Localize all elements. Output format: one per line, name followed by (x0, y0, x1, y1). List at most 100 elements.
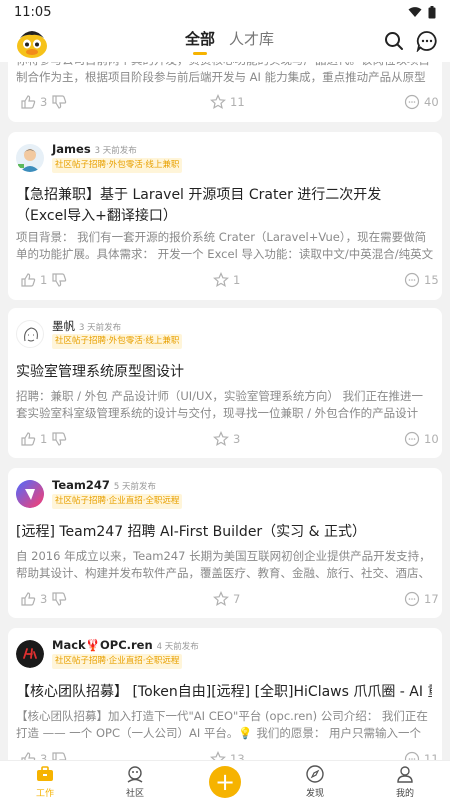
post-card[interactable]: James 3 天前发布 社区帖子招聘·外包零活·线上兼职 【急招兼职】基于 L… (8, 132, 442, 300)
comment-button[interactable]: 15 (404, 272, 439, 288)
author-name[interactable]: Team247 (52, 478, 110, 492)
wifi-icon (408, 7, 422, 17)
author-name[interactable]: James (52, 142, 91, 156)
create-post-button[interactable]: + (209, 766, 241, 798)
post-title[interactable]: 【急招兼职】基于 Laravel 开源项目 Crater 进行二次开发（Exce… (16, 185, 432, 227)
nav-community-label: 社区 (125, 789, 144, 799)
nav-work-label: 工作 (35, 789, 54, 799)
avatar[interactable] (16, 320, 44, 348)
avatar[interactable] (16, 640, 44, 668)
post-snippet: 招聘：兼职 / 外包 产品设计师（UI/UX，实验室管理系统方向） 我们正在推进… (16, 389, 423, 420)
like-button[interactable]: 1 (20, 272, 67, 288)
thumb-down-icon[interactable] (51, 272, 67, 288)
star-count: 1 (233, 273, 241, 287)
post-time: 4 天前发布 (156, 642, 199, 652)
post-card[interactable]: Mack🦞OPC.ren 4 天前发布 社区帖子招聘·企业直招·全职远程 【核心… (8, 628, 442, 760)
comment-button[interactable]: 10 (404, 431, 439, 447)
post-title[interactable]: [远程] Team247 招聘 AI-First Builder（实习 & 正式… (16, 522, 432, 543)
message-icon[interactable] (416, 30, 438, 52)
like-count: 3 (40, 592, 48, 606)
like-count: 1 (40, 432, 48, 446)
comment-button[interactable]: 11 (404, 751, 439, 760)
star-icon (210, 751, 226, 760)
post-tag: 社区帖子招聘·外包零活·线上兼职 (52, 158, 183, 173)
thumb-down-icon[interactable] (51, 431, 67, 447)
star-button[interactable]: 1 (213, 272, 240, 288)
star-button[interactable]: 3 (213, 431, 240, 447)
post-actions: 1 1 15 (8, 272, 442, 292)
post-feed: 你将参与公司目前两个真的开发，负责核心功能的实现与产品迭代。该岗位以项目制合作为… (0, 62, 450, 760)
app-header: 全部 人才库 (0, 24, 450, 62)
tab-talent-pool[interactable]: 人才库 (229, 28, 274, 55)
like-button[interactable]: 3 (20, 751, 67, 760)
bottom-nav: 工作 社区 + 发现 我的 (0, 760, 450, 800)
thumb-down-icon[interactable] (51, 751, 67, 760)
post-title[interactable]: 【核心团队招募】 [Token自由][远程] [全职]HiClaws 爪爪圈 -… (16, 682, 432, 703)
like-button[interactable]: 1 (20, 431, 67, 447)
post-tag: 社区帖子招聘·外包零活·线上兼职 (52, 334, 183, 349)
nav-me[interactable]: 我的 (375, 761, 435, 800)
comment-button[interactable]: 40 (404, 94, 439, 110)
header-tabs: 全部 人才库 (185, 28, 274, 55)
thumb-down-icon[interactable] (51, 591, 67, 607)
tab-all[interactable]: 全部 (185, 28, 215, 55)
star-icon (213, 431, 229, 447)
star-button[interactable]: 11 (210, 94, 245, 110)
comment-icon (404, 591, 420, 607)
post-snippet: 【核心团队招募】加入打造下一代"AI CEO"平台 (opc.ren) 公司介绍… (16, 709, 428, 740)
comment-icon (404, 94, 420, 110)
status-time: 11:05 (14, 4, 52, 20)
like-count: 3 (40, 95, 48, 109)
like-count: 3 (40, 752, 48, 760)
post-card[interactable]: 你将参与公司目前两个真的开发，负责核心功能的实现与产品迭代。该岗位以项目制合作为… (8, 62, 442, 122)
battery-icon (428, 5, 436, 18)
author-row: Team247 5 天前发布 (52, 478, 156, 492)
post-card[interactable]: Team247 5 天前发布 社区帖子招聘·企业直招·全职远程 [远程] Tea… (8, 468, 442, 618)
avatar[interactable] (16, 144, 44, 172)
nav-discover[interactable]: 发现 (285, 761, 345, 800)
thumb-up-icon (21, 752, 36, 760)
post-title[interactable]: 实验室管理系统原型图设计 (16, 362, 432, 383)
nav-discover-label: 发现 (305, 789, 324, 799)
comment-count: 15 (424, 273, 439, 287)
community-icon (127, 766, 143, 783)
comment-icon (404, 751, 420, 760)
post-tag: 社区帖子招聘·企业直招·全职远程 (52, 654, 183, 669)
nav-me-label: 我的 (395, 789, 414, 799)
post-snippet: 你将参与公司目前两个真的开发，负责核心功能的实现与产品迭代。该岗位以项目制合作为… (16, 62, 430, 84)
like-button[interactable]: 3 (20, 94, 67, 110)
author-name[interactable]: Mack🦞OPC.ren (52, 638, 153, 652)
post-actions: 3 7 17 (8, 591, 442, 611)
post-actions: 3 13 11 (8, 751, 442, 760)
author-row: Mack🦞OPC.ren 4 天前发布 (52, 638, 199, 652)
star-button[interactable]: 7 (213, 591, 240, 607)
post-tag: 社区帖子招聘·企业直招·全职远程 (52, 494, 183, 509)
nav-work[interactable]: 工作 (15, 761, 75, 800)
post-actions: 1 3 10 (8, 431, 442, 451)
briefcase-icon (37, 766, 53, 781)
star-icon (213, 591, 229, 607)
thumb-up-icon (21, 95, 36, 109)
avatar[interactable] (16, 480, 44, 508)
star-count: 7 (233, 592, 241, 606)
nav-community[interactable]: 社区 (105, 761, 165, 800)
like-button[interactable]: 3 (20, 591, 67, 607)
star-icon (213, 272, 229, 288)
author-name[interactable]: 墨帆 (52, 318, 75, 334)
post-time: 3 天前发布 (94, 146, 137, 156)
comment-button[interactable]: 17 (404, 591, 439, 607)
comment-count: 10 (424, 432, 439, 446)
star-count: 13 (230, 752, 245, 760)
star-button[interactable]: 13 (210, 751, 245, 760)
search-icon[interactable] (383, 30, 405, 52)
thumb-up-icon (21, 592, 36, 606)
post-snippet: 自 2016 年成立以来，Team247 长期为美国互联网初创企业提供产品开发支… (16, 549, 431, 580)
star-count: 3 (233, 432, 241, 446)
thumb-down-icon[interactable] (51, 94, 67, 110)
status-bar: 11:05 (0, 0, 450, 24)
author-row: 墨帆 3 天前发布 (52, 318, 121, 334)
thumb-up-icon (21, 432, 36, 446)
post-time: 5 天前发布 (113, 482, 156, 492)
app-logo-icon (17, 31, 47, 58)
post-card[interactable]: 墨帆 3 天前发布 社区帖子招聘·外包零活·线上兼职 实验室管理系统原型图设计 … (8, 308, 442, 458)
